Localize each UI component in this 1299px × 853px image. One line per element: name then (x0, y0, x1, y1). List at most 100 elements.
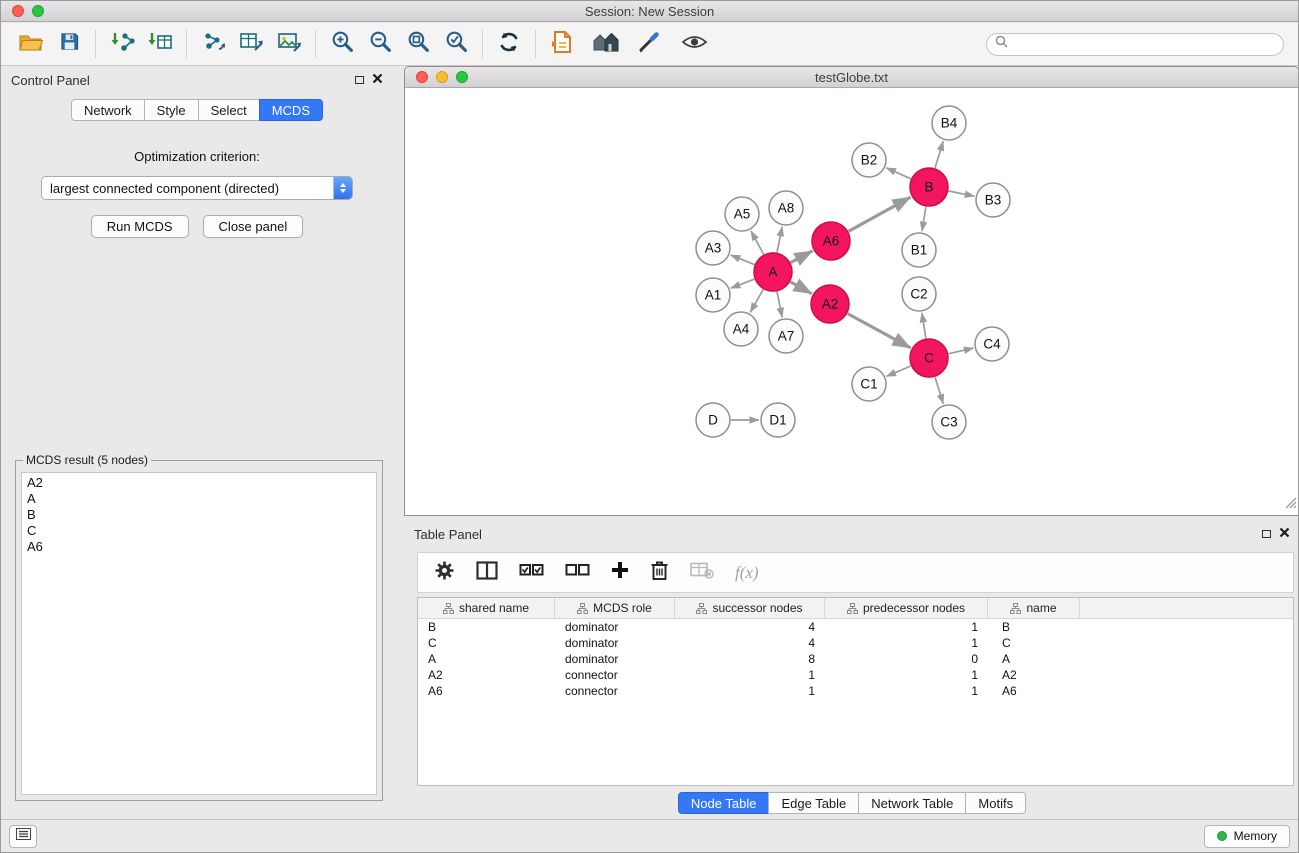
tab-network[interactable]: Network (71, 99, 145, 121)
float-panel-icon[interactable] (355, 76, 364, 84)
table-panel-title: Table Panel (414, 527, 482, 542)
tab-select[interactable]: Select (198, 99, 260, 121)
select-all-columns-button[interactable] (519, 561, 544, 584)
minimize-network-button[interactable] (436, 71, 448, 83)
zoom-out-button[interactable] (364, 28, 396, 60)
run-mcds-button[interactable]: Run MCDS (91, 215, 189, 238)
graph-edge[interactable] (935, 377, 943, 404)
table-cell: connector (555, 667, 675, 683)
table-settings-button[interactable] (434, 560, 455, 586)
eye-icon (681, 33, 708, 56)
close-panel-icon[interactable] (1279, 525, 1290, 543)
optimization-criterion-select[interactable]: largest connected component (directed) (41, 176, 353, 200)
network-view-window: testGlobe.txt B4B2BB3A5A8A6B1A3AC2A1A2A4… (404, 66, 1299, 516)
graph-node-label: A3 (705, 241, 722, 256)
annotation-button[interactable] (634, 28, 666, 60)
toggle-panels-button[interactable] (9, 825, 37, 848)
column-header[interactable]: predecessor nodes (825, 598, 988, 618)
search-field[interactable] (986, 33, 1284, 56)
result-item[interactable]: A (27, 491, 371, 507)
zoom-fit-button[interactable] (402, 28, 434, 60)
network-canvas[interactable]: B4B2BB3A5A8A6B1A3AC2A1A2A4A7C4CC1DD1C3 (405, 89, 1298, 515)
network-window-titlebar[interactable]: testGlobe.txt (405, 67, 1298, 88)
graph-edge[interactable] (731, 255, 755, 265)
zoom-window-button[interactable] (32, 5, 44, 17)
tab-style[interactable]: Style (144, 99, 199, 121)
import-network-button[interactable] (106, 28, 138, 60)
resize-grip-icon[interactable] (1284, 496, 1297, 514)
window-title: Session: New Session (585, 4, 714, 19)
close-window-button[interactable] (12, 5, 24, 17)
graph-edge[interactable] (922, 207, 926, 231)
show-columns-button[interactable] (476, 561, 498, 585)
table-row[interactable]: A6connector11A6 (418, 683, 1293, 699)
save-session-button[interactable] (53, 28, 85, 60)
graph-edge[interactable] (750, 289, 763, 312)
graph-edge[interactable] (949, 191, 975, 196)
graph-edge[interactable] (935, 141, 943, 168)
refresh-icon (497, 30, 521, 59)
column-header[interactable]: shared name (418, 598, 555, 618)
apply-layout-button[interactable] (493, 28, 525, 60)
graph-edge[interactable] (790, 282, 811, 294)
result-item[interactable]: A2 (27, 475, 371, 491)
zoom-selected-button[interactable] (440, 28, 472, 60)
function-builder-button[interactable]: f(x) (735, 563, 759, 583)
result-item[interactable]: B (27, 507, 371, 523)
graph-edge[interactable] (949, 348, 974, 354)
tab-motifs[interactable]: Motifs (965, 792, 1026, 814)
memory-label: Memory (1234, 829, 1277, 843)
search-input[interactable] (1013, 37, 1275, 52)
zoom-network-button[interactable] (456, 71, 468, 83)
show-graphics-button[interactable] (678, 28, 710, 60)
import-table-button[interactable] (144, 28, 176, 60)
result-item[interactable]: A6 (27, 539, 371, 555)
graph-edge[interactable] (848, 314, 911, 348)
graph-edge[interactable] (777, 227, 782, 253)
result-item[interactable]: C (27, 523, 371, 539)
memory-button[interactable]: Memory (1204, 825, 1290, 848)
graph-edge[interactable] (849, 197, 911, 231)
column-header[interactable]: MCDS role (555, 598, 675, 618)
column-header[interactable]: successor nodes (675, 598, 825, 618)
graph-node-label: B3 (985, 193, 1002, 208)
graph-edge[interactable] (922, 313, 926, 338)
export-network-button[interactable] (197, 28, 229, 60)
table-row[interactable]: Cdominator41C (418, 635, 1293, 651)
delete-column-button[interactable] (650, 560, 669, 586)
close-network-button[interactable] (416, 71, 428, 83)
table-cell: C (988, 635, 1080, 651)
table-cell: 1 (825, 635, 988, 651)
graph-edge[interactable] (731, 279, 755, 288)
zoom-in-button[interactable] (326, 28, 358, 60)
tab-node-table[interactable]: Node Table (678, 792, 770, 814)
close-panel-button[interactable]: Close panel (203, 215, 304, 238)
close-panel-icon[interactable] (372, 71, 383, 89)
table-cell: A (988, 651, 1080, 667)
network-graph[interactable]: B4B2BB3A5A8A6B1A3AC2A1A2A4A7C4CC1DD1C3 (405, 89, 1298, 515)
graph-node-label: A (768, 265, 777, 280)
table-row[interactable]: A2connector11A2 (418, 667, 1293, 683)
table-row[interactable]: Adominator80A (418, 651, 1293, 667)
deselect-all-columns-button[interactable] (565, 561, 590, 584)
table-row[interactable]: Bdominator41B (418, 619, 1293, 635)
add-column-button[interactable] (611, 561, 629, 584)
graph-edge[interactable] (886, 366, 910, 376)
mcds-result-list[interactable]: A2ABCA6 (21, 472, 377, 795)
export-image-button[interactable] (273, 28, 305, 60)
tab-edge-table[interactable]: Edge Table (768, 792, 859, 814)
home-button[interactable] (590, 28, 622, 60)
tab-network-table[interactable]: Network Table (858, 792, 966, 814)
graph-edge[interactable] (777, 292, 782, 318)
table-cell: 0 (825, 651, 988, 667)
graph-edge[interactable] (886, 168, 911, 179)
graph-edge[interactable] (791, 251, 813, 263)
open-session-button[interactable] (15, 28, 47, 60)
graph-edge[interactable] (751, 231, 764, 255)
snapshot-button[interactable] (546, 28, 578, 60)
delete-table-button[interactable] (690, 562, 714, 584)
float-panel-icon[interactable] (1262, 530, 1271, 538)
column-header[interactable]: name (988, 598, 1080, 618)
tab-mcds[interactable]: MCDS (259, 99, 323, 121)
export-table-button[interactable] (235, 28, 267, 60)
